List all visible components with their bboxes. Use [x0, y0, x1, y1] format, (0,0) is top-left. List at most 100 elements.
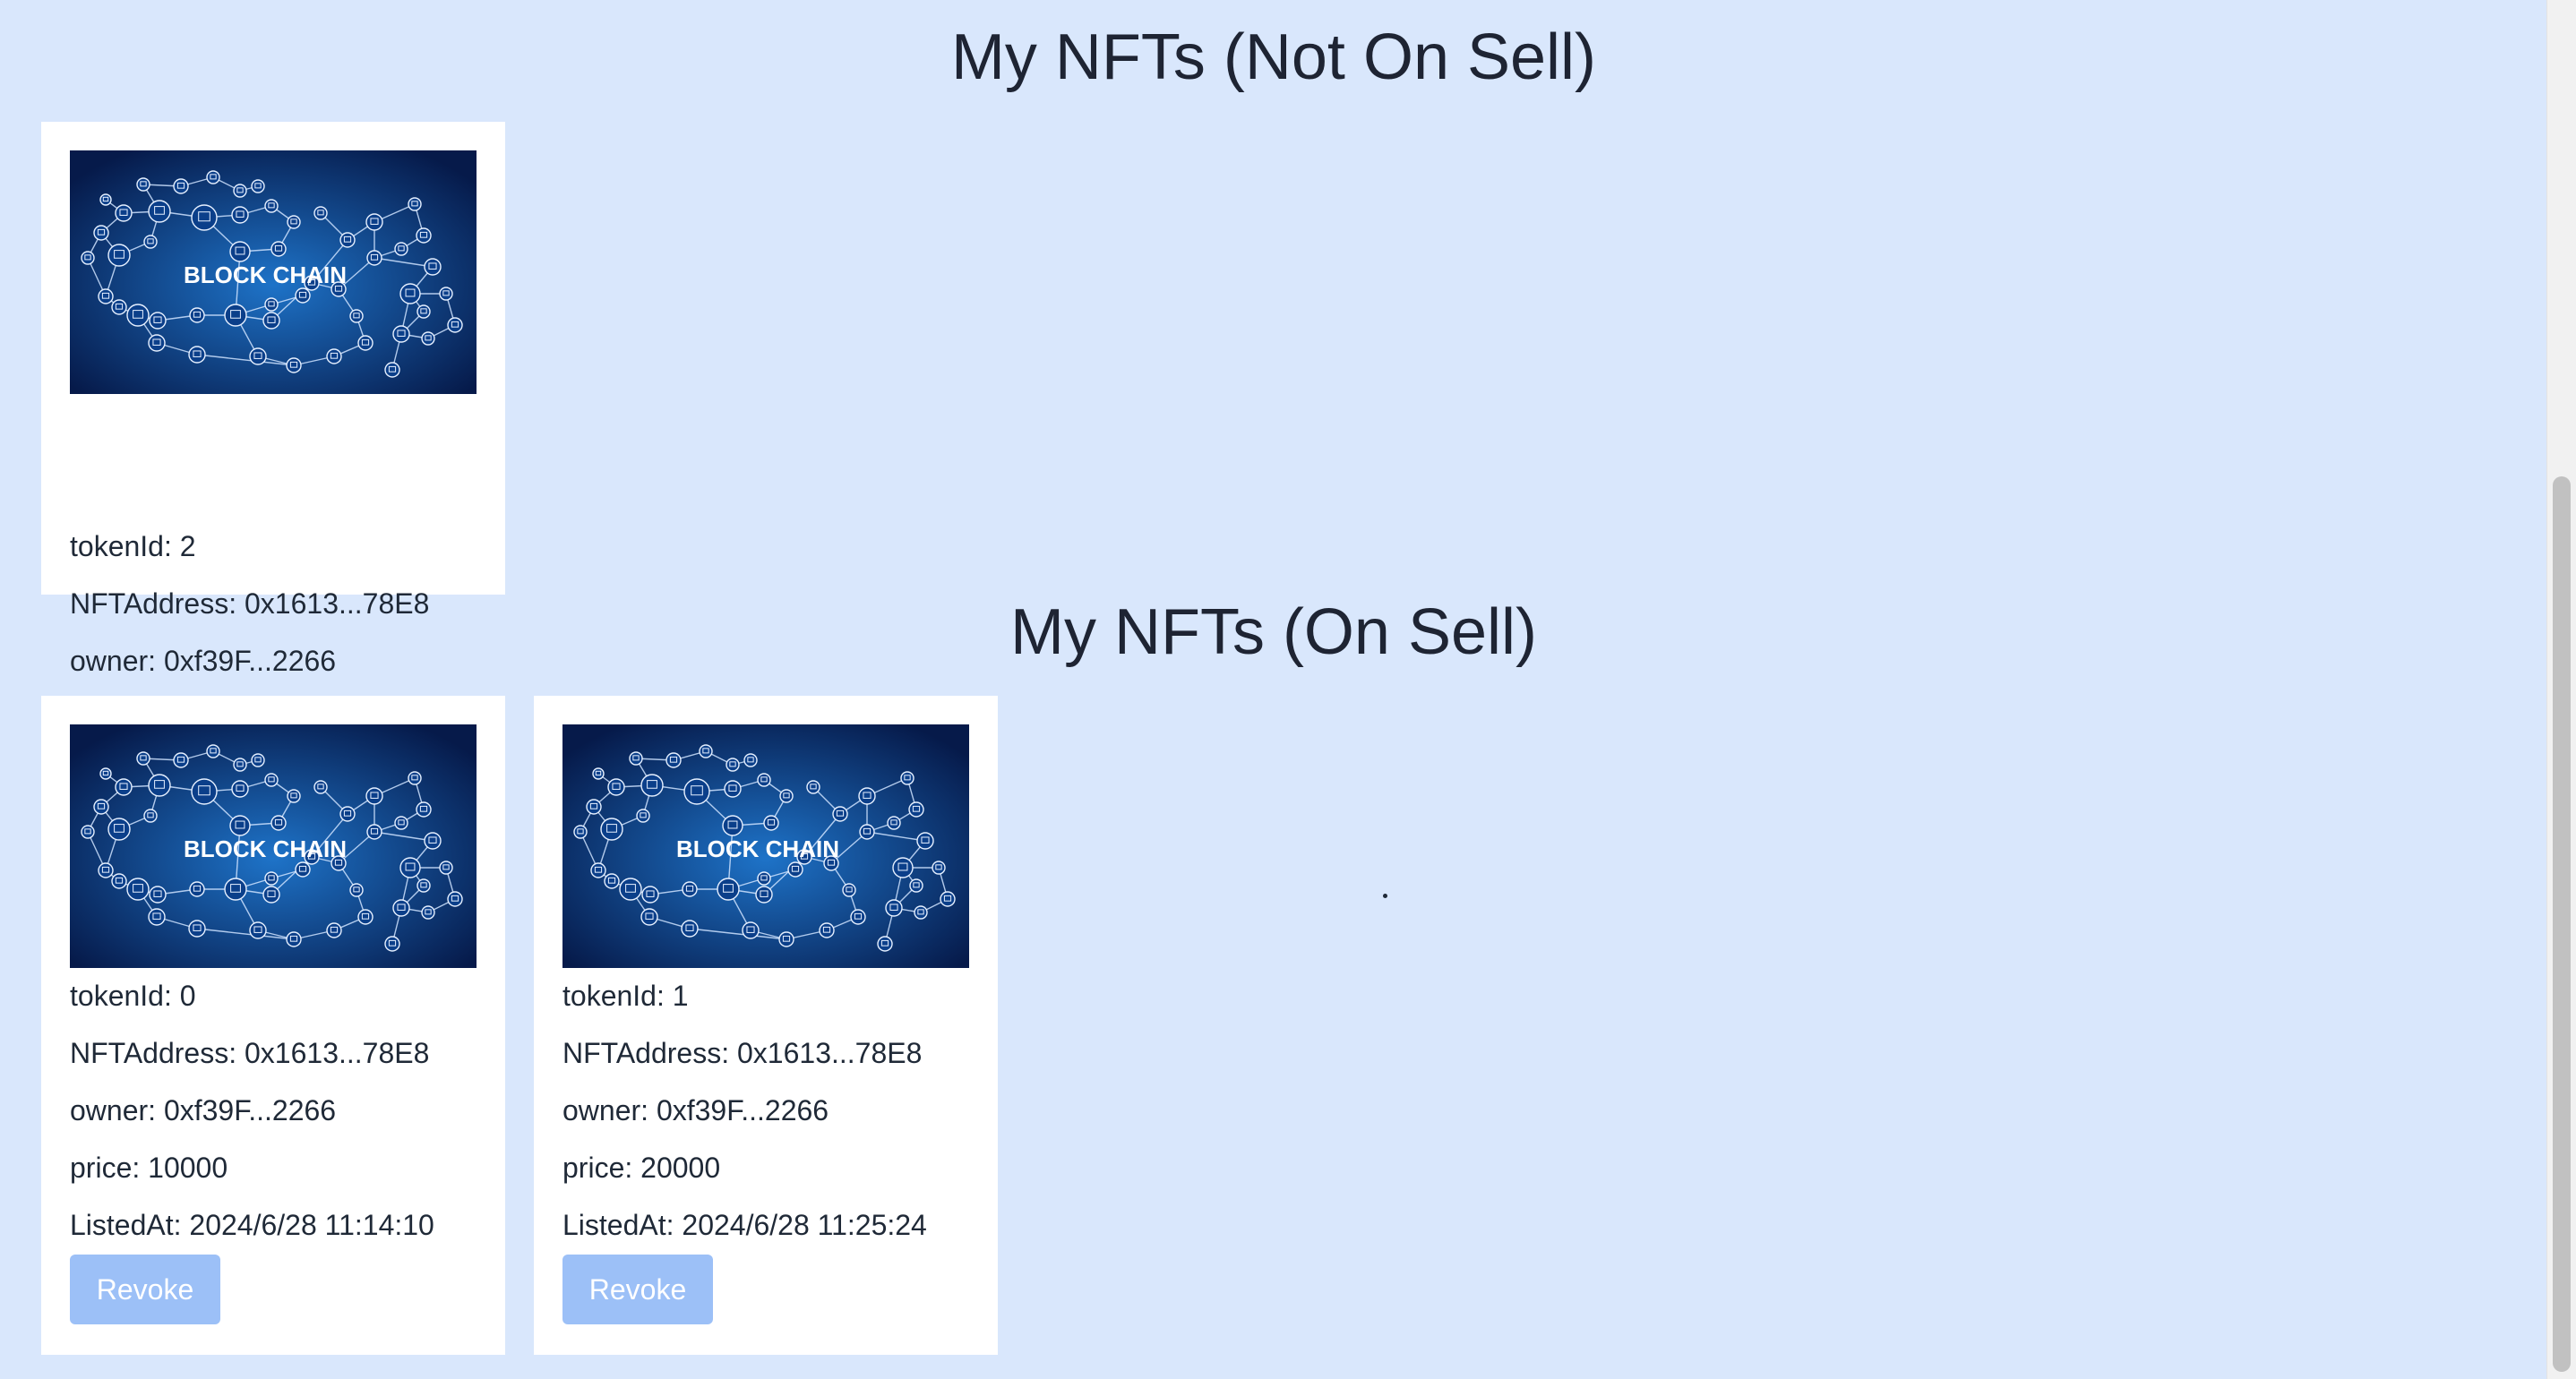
network-node: [399, 857, 421, 878]
network-node: [877, 936, 893, 952]
network-node: [149, 312, 167, 330]
network-node: [148, 334, 166, 352]
network-node: [233, 184, 247, 198]
network-node: [408, 197, 422, 211]
network-node: [99, 767, 112, 780]
network-node: [349, 309, 364, 323]
network-node: [900, 771, 914, 785]
network-node: [286, 931, 302, 947]
network-node: [126, 304, 150, 327]
network-node: [421, 905, 435, 920]
network-node: [136, 177, 150, 192]
network-node: [392, 899, 410, 917]
network-node: [98, 862, 114, 878]
network-node: [779, 789, 794, 803]
network-node: [189, 881, 205, 897]
section-title-on-sell: My NFTs (On Sell): [1009, 596, 1538, 668]
network-node: [143, 809, 158, 823]
network-node: [313, 780, 328, 794]
network-node: [98, 288, 114, 304]
network-node: [682, 881, 698, 897]
network-node: [148, 908, 166, 926]
image-caption: BLOCK CHAIN: [184, 261, 347, 288]
network-node: [99, 193, 112, 206]
network-node: [339, 806, 356, 822]
network-node: [726, 758, 740, 772]
network-node: [326, 348, 342, 364]
network-node: [264, 297, 279, 312]
network-node: [384, 936, 400, 952]
network-node: [111, 299, 127, 315]
nft-address: NFTAddress: 0x1613...78E8: [70, 1037, 430, 1069]
network-node: [885, 899, 903, 917]
network-node: [264, 773, 279, 787]
nft-owner: owner: 0xf39F...2266: [562, 1094, 829, 1126]
network-node: [188, 920, 206, 938]
blockchain-image: BLOCK CHAIN: [70, 150, 477, 394]
network-node: [251, 753, 265, 767]
network-node: [439, 287, 453, 301]
network-node: [665, 752, 682, 768]
network-node: [832, 806, 848, 822]
network-node: [908, 801, 924, 818]
network-node: [722, 815, 743, 836]
network-node: [270, 241, 287, 257]
network-node: [586, 799, 602, 815]
nft-card: BLOCK CHAIN tokenId: 2 NFTAddress: 0x161…: [41, 122, 505, 675]
network-node: [249, 347, 267, 365]
network-node: [640, 774, 664, 797]
network-node: [264, 199, 279, 213]
network-node: [416, 227, 432, 244]
network-node: [590, 862, 606, 878]
nft-card: BLOCK CHAIN tokenId: 0 NFTAddress: 0x161…: [41, 696, 505, 1355]
nft-token-id: tokenId: 0: [70, 980, 196, 1012]
network-node: [229, 815, 251, 836]
network-node: [757, 871, 771, 886]
network-node: [742, 921, 760, 939]
network-node: [439, 861, 453, 875]
scrollbar[interactable]: [2546, 0, 2576, 1379]
nft-owner: owner: 0xf39F...2266: [70, 1094, 337, 1126]
network-node: [421, 331, 435, 346]
network-node: [126, 878, 150, 901]
network-node: [629, 751, 643, 766]
network-node: [229, 241, 251, 262]
network-node: [189, 307, 205, 323]
nft-price: price: 10000: [70, 1152, 228, 1184]
network-node: [326, 922, 342, 938]
network-node: [264, 871, 279, 886]
network-node: [262, 886, 280, 904]
network-node: [366, 250, 382, 266]
network-node: [366, 824, 382, 840]
network-node: [787, 861, 803, 878]
image-caption: BLOCK CHAIN: [184, 835, 347, 862]
network-node: [295, 287, 311, 304]
network-node: [887, 816, 901, 830]
network-node: [636, 809, 650, 823]
scrollbar-thumb[interactable]: [2553, 476, 2571, 1372]
network-node: [357, 909, 374, 925]
blockchain-image: BLOCK CHAIN: [70, 724, 477, 968]
network-node: [592, 767, 605, 780]
network-node: [149, 886, 167, 904]
section-title-not-on-sell: My NFTs (Not On Sell): [950, 21, 1597, 93]
image-caption: BLOCK CHAIN: [676, 835, 839, 862]
network-node: [249, 921, 267, 939]
network-node: [365, 787, 383, 805]
network-node: [416, 801, 432, 818]
network-node: [357, 335, 374, 351]
network-node: [233, 758, 247, 772]
revoke-button[interactable]: Revoke: [70, 1255, 220, 1324]
network-node: [349, 883, 364, 897]
network-node: [191, 778, 218, 805]
network-node: [743, 753, 758, 767]
revoke-button[interactable]: Revoke: [562, 1255, 713, 1324]
network-node: [699, 744, 713, 758]
network-node: [143, 235, 158, 249]
network-node: [107, 818, 131, 841]
network-node: [365, 213, 383, 231]
network-node: [339, 232, 356, 248]
network-node: [640, 908, 658, 926]
network-node: [757, 773, 771, 787]
network-node: [287, 789, 301, 803]
